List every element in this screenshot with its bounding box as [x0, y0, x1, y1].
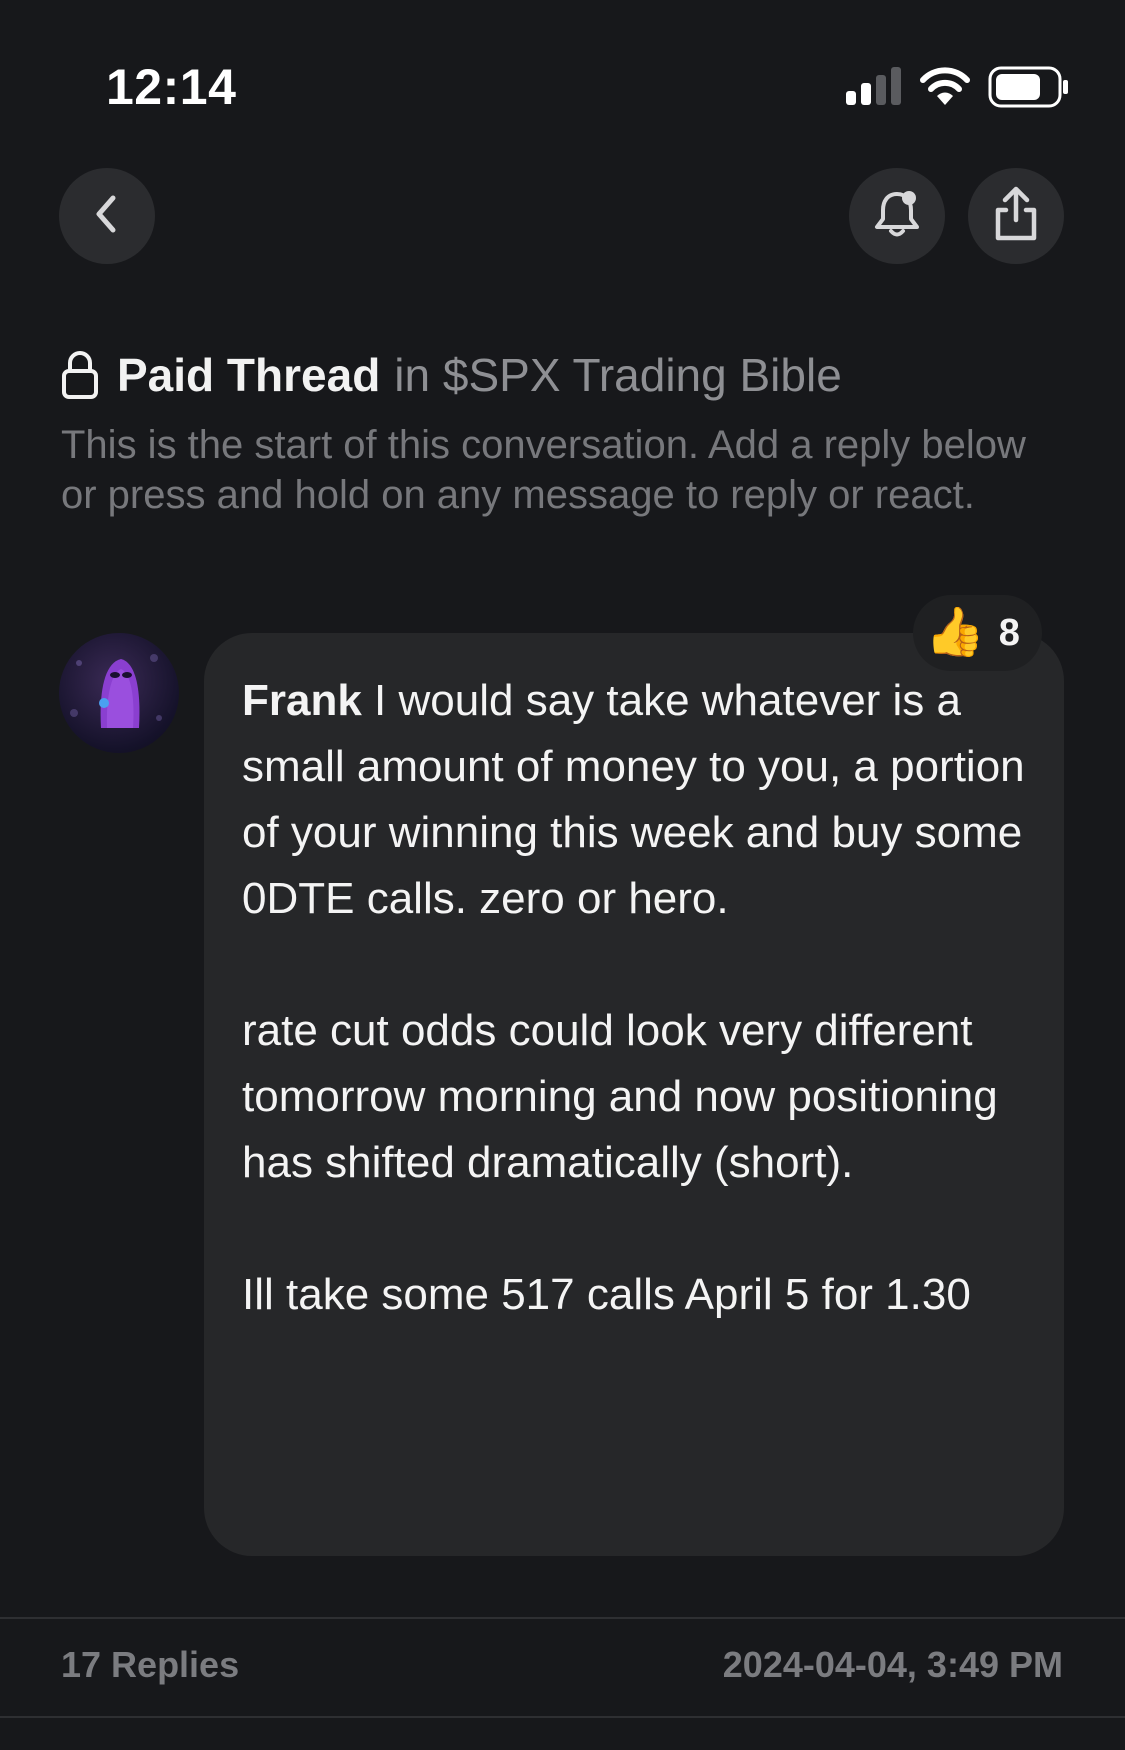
message-text: I would say take whatever is a small amo… [242, 676, 1025, 1319]
lock-icon [61, 350, 99, 400]
battery-icon [988, 66, 1070, 113]
message-body: Frank I would say take whatever is a sma… [242, 668, 1032, 1328]
chevron-left-icon [87, 192, 127, 241]
message-author[interactable]: Frank [242, 676, 362, 725]
wifi-icon [920, 67, 970, 112]
status-time: 12:14 [106, 59, 237, 115]
divider [0, 1617, 1125, 1619]
status-icons [846, 66, 1070, 113]
thread-intro: This is the start of this conversation. … [61, 423, 1026, 517]
reaction-count: 8 [998, 611, 1020, 654]
thread-title-row: Paid Thread in $SPX Trading Bible [61, 345, 842, 405]
replies-count[interactable]: 17 Replies [61, 1644, 239, 1686]
notifications-button[interactable] [849, 168, 945, 264]
channel-link[interactable]: in $SPX Trading Bible [394, 345, 842, 405]
reaction-pill[interactable]: 👍 8 [913, 595, 1042, 671]
thread-timestamp: 2024-04-04, 3:49 PM [722, 1644, 1063, 1685]
back-button[interactable] [59, 168, 155, 264]
thread-name: Paid Thread [117, 349, 381, 401]
share-button[interactable] [968, 168, 1064, 264]
avatar[interactable] [59, 633, 179, 753]
thumbs-up-icon: 👍 [925, 606, 985, 659]
bell-icon [869, 186, 925, 247]
signal-icon [846, 67, 902, 112]
share-icon [988, 184, 1044, 249]
divider [0, 1716, 1125, 1718]
